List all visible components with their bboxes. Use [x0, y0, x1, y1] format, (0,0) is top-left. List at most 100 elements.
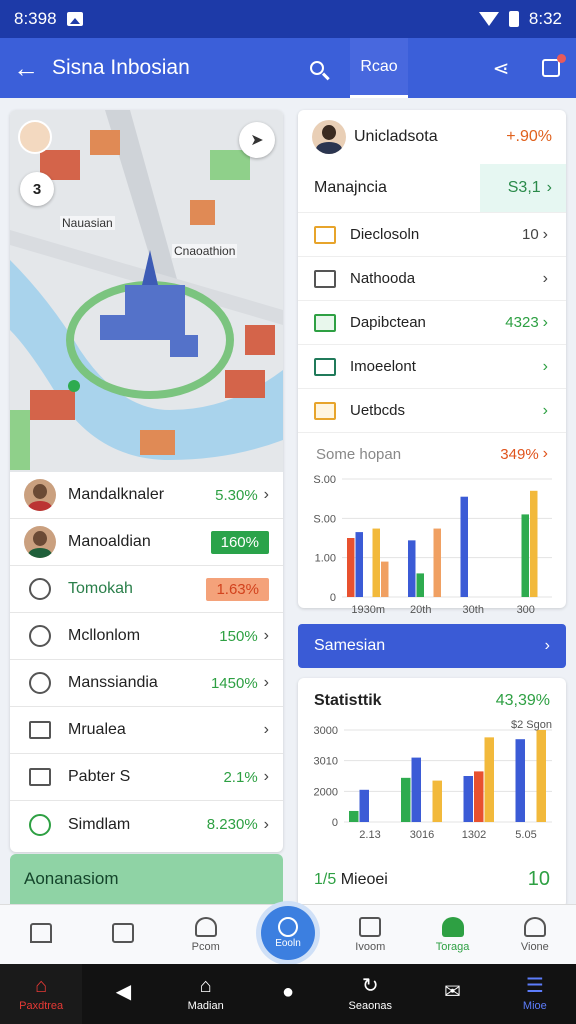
nav-profile[interactable]: Pcom [165, 905, 247, 964]
chevron-right-icon: › [263, 721, 269, 738]
x-tick-label: 5.05 [515, 829, 536, 841]
tab-active[interactable]: Rcao [350, 38, 408, 98]
list-item-label: Manssiandia [68, 674, 158, 691]
sys-nav-mail[interactable]: ✉ [411, 964, 493, 1024]
list-item[interactable]: Mandalknaler 5.30% › [10, 472, 283, 519]
list-item[interactable]: Mrualea › [10, 707, 283, 754]
profile-percent: +.90% [506, 128, 552, 145]
map-level-button[interactable]: 3 [20, 172, 54, 206]
back-icon: ◀ [115, 981, 132, 1003]
mail-icon: ✉ [444, 981, 461, 1003]
list-item[interactable]: Manssiandia 1450% › [10, 660, 283, 707]
house-icon: ⌂ [35, 975, 48, 997]
list-item[interactable]: Pabter S 2.1% › [10, 754, 283, 801]
list-item-label: Manoaldian [68, 533, 151, 550]
bar [463, 776, 473, 822]
stats-header[interactable]: Statisttik 43,39% [298, 678, 566, 714]
stats-footer[interactable]: 1/5 Mieoei 10 [298, 868, 566, 891]
bar [411, 757, 421, 822]
menu-item-label: Dieclosoln [350, 226, 420, 243]
tree-icon [441, 916, 464, 937]
location-pin-icon [29, 813, 51, 836]
list-item[interactable]: Manoaldian 160% [10, 519, 283, 566]
list-item[interactable]: Mcllonlom 150% › [10, 613, 283, 660]
menu-item-value: 4323 [505, 314, 539, 331]
battery-icon [508, 11, 519, 27]
bar [347, 538, 355, 597]
nav-list[interactable] [82, 905, 164, 964]
x-tick-label: 3016 [410, 829, 434, 841]
list-icon [112, 922, 135, 943]
list-item-label: Mcllonlom [68, 627, 141, 644]
footer-value: 10 [527, 868, 550, 890]
menu-item-label: Uetbcds [350, 402, 406, 419]
profile-row[interactable]: Unicladsota +.90% [298, 110, 566, 164]
sys-nav-home[interactable]: ⌂ Paxdtrea [0, 964, 83, 1024]
bar [484, 737, 494, 822]
avatar[interactable] [18, 120, 52, 154]
list-item[interactable]: Simdlam 8.230% › [10, 801, 283, 848]
x-tick-label: 20th [410, 604, 431, 616]
chart-header[interactable]: Some hopan 349% › [298, 432, 566, 469]
chart-annotation: $2 Sgon [511, 719, 552, 731]
status-badge: 1.63% [206, 577, 269, 601]
manage-row[interactable]: Manajncia S3,1 › [298, 164, 566, 212]
bar [349, 810, 359, 822]
y-tick-label: 0 [330, 592, 336, 604]
stats-title: Statisttik [314, 692, 382, 709]
wifi-icon [478, 12, 499, 26]
menu-item[interactable]: Imoeelont › [298, 344, 566, 388]
map-view[interactable]: Nauasian Cnaoathion ➤ 3 [10, 110, 283, 472]
sys-nav-home-circle[interactable]: ● [247, 964, 329, 1024]
bar [474, 771, 484, 822]
menu-item[interactable]: Uetbcds › [298, 388, 566, 432]
document-icon [314, 225, 336, 244]
map-graphic [10, 110, 283, 472]
x-tick-label: 300 [517, 604, 535, 616]
list-item-value: 2.1% [223, 768, 258, 786]
menu-item-label: Nathooda [350, 270, 416, 287]
monitor-icon [314, 357, 336, 376]
left-footer-banner[interactable]: Aonanasiom [10, 854, 283, 904]
menu-item[interactable]: Nathooda › [298, 256, 566, 300]
footer-prefix: 1/5 [314, 870, 337, 888]
list-item[interactable]: Tomokah 1.63% [10, 566, 283, 613]
share-button[interactable]: ⋖ [476, 38, 526, 98]
samesian-button[interactable]: Samesian › [298, 624, 566, 668]
back-button[interactable]: ← [0, 38, 52, 98]
bar [381, 561, 389, 597]
bar [432, 780, 442, 822]
sys-nav-back[interactable]: ◀ [82, 964, 164, 1024]
page-title: Sisna Inbosian [52, 56, 190, 79]
menu-item[interactable]: Dapibctean 4323 › [298, 300, 566, 344]
right-summary-card: Unicladsota +.90% Manajncia S3,1 › Dieclo… [298, 110, 566, 616]
status-badge: 160% [210, 530, 269, 554]
status-time: 8:398 [14, 9, 57, 28]
status-bar: 8:398 8:32 [0, 0, 576, 38]
menu-item-label: Imoeelont [350, 358, 416, 375]
building-icon [29, 721, 51, 739]
bar [416, 573, 424, 597]
nav-storage[interactable]: Toraga [411, 905, 493, 964]
sys-nav-media[interactable]: ⌂ Madian [165, 964, 247, 1024]
compass-icon[interactable]: ➤ [239, 122, 275, 158]
search-button[interactable] [292, 38, 342, 98]
list-item-label: Mandalknaler [68, 486, 165, 503]
building-icon: ⌂ [199, 975, 212, 997]
chevron-right-icon: › [263, 674, 269, 691]
sys-nav-menu[interactable]: ☰ Mioe [494, 964, 576, 1024]
sys-nav-season[interactable]: ↻ Seaonas [329, 964, 411, 1024]
arrow-left-icon: ← [13, 52, 39, 83]
nav-center[interactable]: Eooln [247, 905, 329, 964]
nav-notes[interactable]: Ivoom [329, 905, 411, 964]
menu-item-label: Dapibctean [350, 314, 426, 331]
nav-home[interactable] [0, 905, 82, 964]
menu-item[interactable]: Dieclosoln 10 › [298, 212, 566, 256]
menu-item-value: 10 [521, 226, 539, 243]
chevron-right-icon: › [542, 357, 548, 375]
chevron-right-icon: › [542, 225, 548, 243]
bag-button[interactable] [526, 38, 576, 98]
nav-user[interactable]: Vione [494, 905, 576, 964]
bar [401, 777, 411, 822]
system-nav: ⌂ Paxdtrea ◀ ⌂ Madian ● ↻ Seaonas ✉ ☰ Mioe [0, 964, 576, 1024]
